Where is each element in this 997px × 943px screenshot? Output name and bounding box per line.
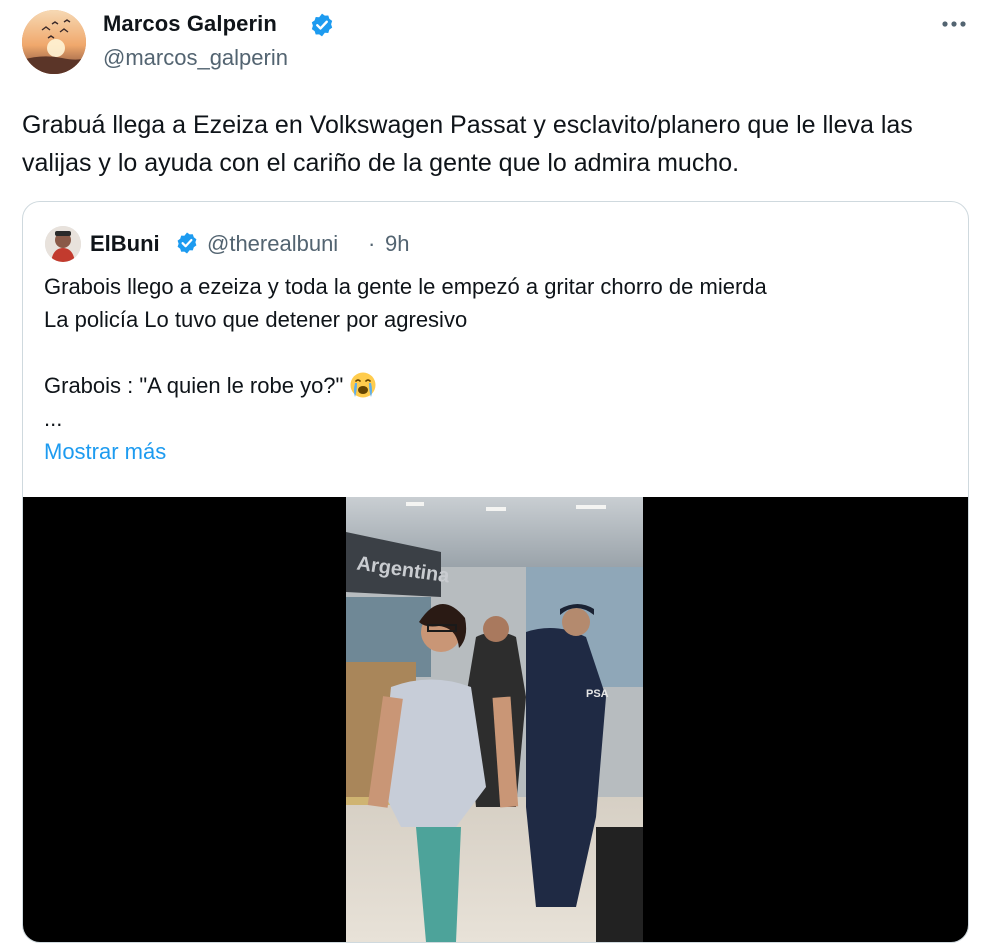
tweet-text: Grabuá llega a Ezeiza en Volkswagen Pass… <box>22 111 913 177</box>
quoted-verified-badge-icon <box>175 231 199 255</box>
author-handle[interactable]: @marcos_galperin <box>103 45 288 71</box>
quoted-text-line: ... <box>44 406 63 431</box>
quoted-author-avatar[interactable] <box>45 226 81 262</box>
show-more-link[interactable]: Mostrar más <box>44 439 166 465</box>
quoted-text: Grabois llego a ezeiza y toda la gente l… <box>44 270 954 435</box>
quoted-media[interactable]: Argentina PSA <box>23 497 968 942</box>
author-avatar[interactable] <box>22 10 86 74</box>
quoted-text-line: Grabois llego a ezeiza y toda la gente l… <box>44 274 767 299</box>
quoted-text-line: Grabois : "A quien le robe yo?" <box>44 369 954 402</box>
quoted-author-name[interactable]: ElBuni <box>90 231 160 257</box>
quoted-author-handle[interactable]: @therealbuni <box>207 231 338 257</box>
more-options-button[interactable] <box>934 4 974 44</box>
quoted-separator: · <box>368 231 376 256</box>
quoted-timestamp[interactable]: 9h <box>385 231 409 257</box>
quoted-text-line <box>44 336 954 369</box>
author-name[interactable]: Marcos Galperin <box>103 11 277 37</box>
quoted-text-line-content: Grabois : "A quien le robe yo?" <box>44 373 344 398</box>
verified-badge-icon <box>309 12 335 38</box>
crying-face-emoji <box>350 372 376 398</box>
quoted-tweet[interactable]: ElBuni @therealbuni · 9h Grabois llego a… <box>22 201 969 943</box>
video-frame-image: Argentina PSA <box>346 497 643 942</box>
avatar-image <box>22 10 86 74</box>
media-badge-text: PSA <box>586 688 609 700</box>
quoted-avatar-image <box>45 226 81 262</box>
tweet: Marcos Galperin @marcos_galperin Grabuá … <box>0 0 997 943</box>
video-thumbnail[interactable]: Argentina PSA <box>346 497 643 942</box>
more-options-icon <box>942 21 966 27</box>
quoted-text-line: La policía Lo tuvo que detener por agres… <box>44 307 468 332</box>
